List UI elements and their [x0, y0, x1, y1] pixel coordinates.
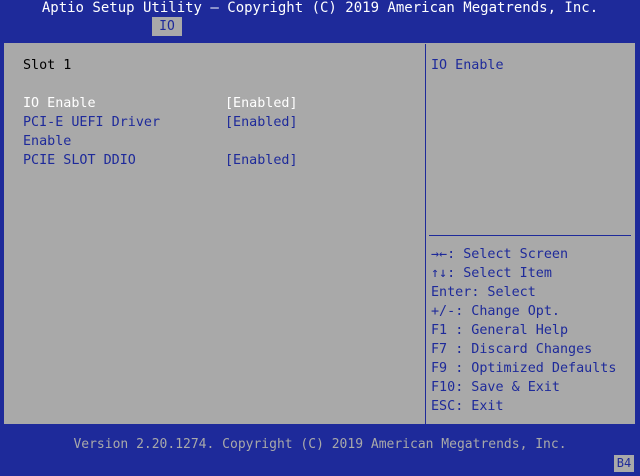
help-key-change-opt: +/-: Change Opt. [431, 304, 560, 319]
help-key-esc: ESC: Exit [431, 399, 504, 414]
version-text: Version 2.20.1274. Copyright (C) 2019 Am… [73, 437, 567, 452]
pcie-uefi-driver-label[interactable]: PCI-E UEFI Driver [23, 113, 160, 132]
app-title: Aptio Setup Utility – Copyright (C) 2019… [41, 0, 599, 16]
help-title: IO Enable [431, 58, 504, 73]
pcie-uefi-driver-label-cont[interactable]: Enable [23, 132, 71, 151]
help-key-f9: F9 : Optimized Defaults [431, 361, 617, 376]
tab-io[interactable]: IO [152, 17, 182, 36]
pcie-slot-ddio-label[interactable]: PCIE SLOT DDIO [23, 151, 136, 170]
io-enable-label[interactable]: IO Enable [23, 94, 96, 113]
help-key-select-screen: →←: Select Screen [431, 247, 569, 262]
pcie-uefi-driver-value[interactable]: [Enabled] [225, 113, 298, 132]
section-title: Slot 1 [23, 58, 72, 73]
help-key-select-item: ↑↓: Select Item [431, 266, 552, 281]
status-badge: B4 [614, 455, 634, 472]
help-key-f1: F1 : General Help [431, 323, 569, 338]
panel-divider [425, 44, 426, 424]
help-key-enter: Enter: Select [431, 285, 536, 300]
help-divider [429, 235, 631, 236]
help-key-f7: F7 : Discard Changes [431, 342, 593, 357]
arrows-up-down-icon: ↑↓ [431, 266, 448, 281]
arrows-left-right-icon: →← [431, 247, 448, 262]
io-enable-value[interactable]: [Enabled] [225, 94, 298, 113]
help-key-f10: F10: Save & Exit [431, 380, 560, 395]
pcie-slot-ddio-value[interactable]: [Enabled] [225, 151, 298, 170]
